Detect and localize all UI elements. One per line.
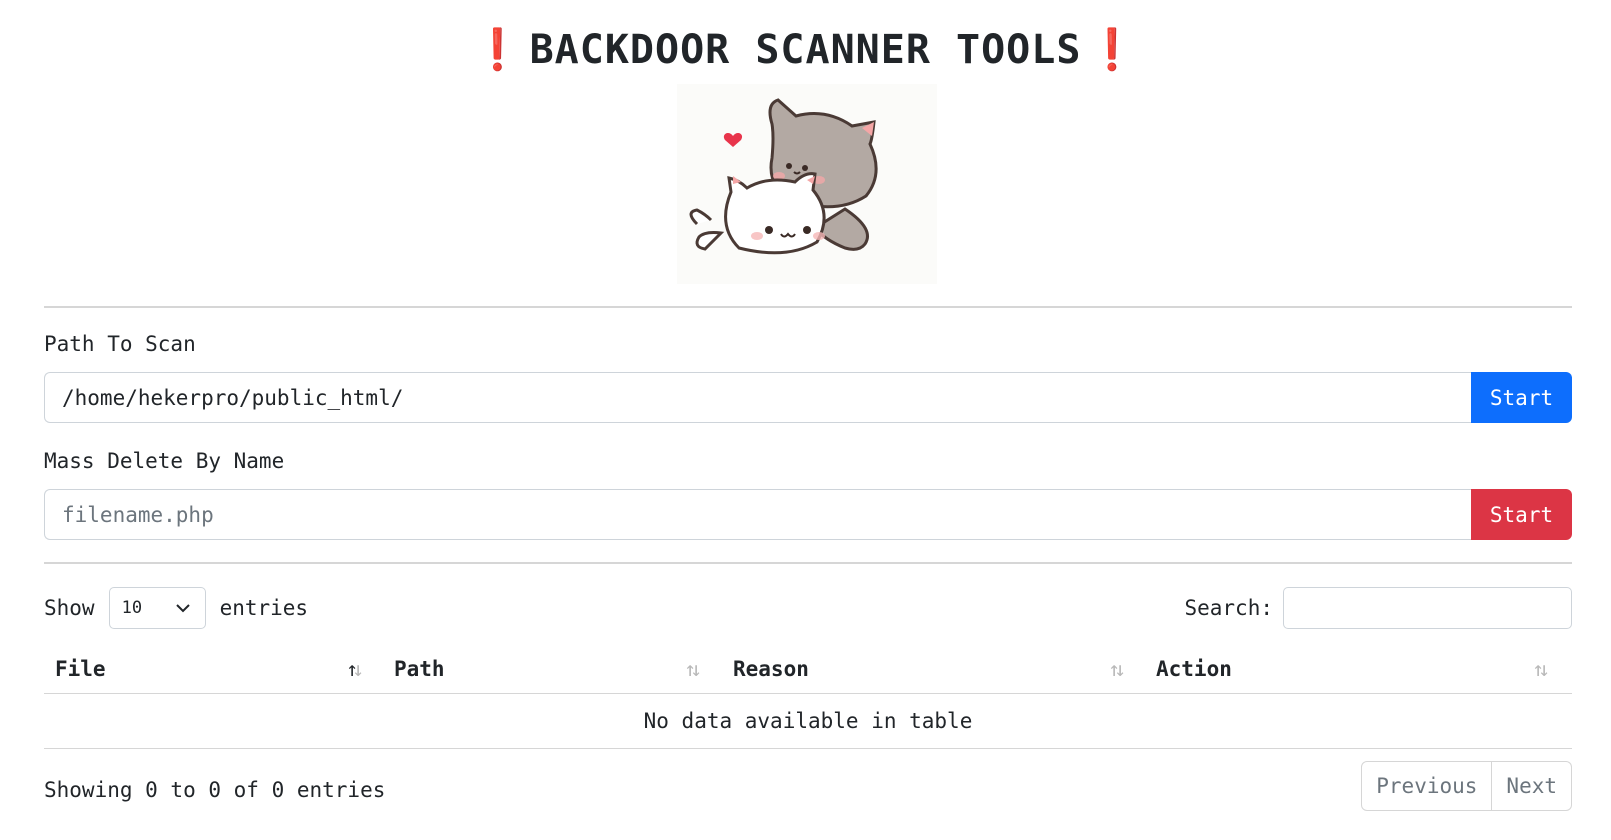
empty-message: No data available in table — [643, 709, 973, 733]
next-page-button[interactable]: Next — [1492, 761, 1572, 811]
scan-path-label: Path To Scan — [44, 332, 196, 356]
column-header-file[interactable]: File — [44, 645, 383, 693]
previous-page-button[interactable]: Previous — [1361, 761, 1493, 811]
divider — [44, 306, 1572, 308]
mass-delete-group: Start — [44, 489, 1572, 540]
exclamation-icon: ❗ — [472, 27, 524, 73]
divider — [44, 562, 1572, 564]
table-header: File ↑↓ Path ↑↓ Reason ↑↓ Action ↑↓ — [44, 645, 1572, 694]
cat-mascot-image — [677, 84, 937, 284]
column-header-path[interactable]: Path — [383, 645, 722, 693]
page-title: ❗ BACKDOOR SCANNER TOOLS ❗ — [0, 26, 1611, 74]
search-label: Search: — [1184, 596, 1273, 620]
sort-icon: ↑↓ — [684, 657, 702, 681]
scan-path-group: Start — [44, 372, 1572, 423]
show-label: Show — [44, 596, 95, 620]
page-title-text: BACKDOOR SCANNER TOOLS — [529, 27, 1082, 73]
search-input[interactable] — [1283, 587, 1572, 629]
sort-icon: ↑↓ — [1108, 657, 1126, 681]
table-info: Showing 0 to 0 of 0 entries — [44, 778, 386, 802]
start-mass-delete-button[interactable]: Start — [1471, 489, 1572, 540]
pagination: Previous Next — [1361, 761, 1572, 811]
start-scan-button[interactable]: Start — [1471, 372, 1572, 423]
scan-path-input[interactable] — [44, 372, 1471, 423]
exclamation-icon: ❗ — [1087, 27, 1139, 73]
column-header-action[interactable]: Action — [1145, 645, 1572, 693]
table-empty-row: No data available in table — [44, 694, 1572, 749]
table-search: Search: — [1184, 587, 1572, 629]
mass-delete-label: Mass Delete By Name — [44, 449, 285, 473]
entries-select-value: 10 — [121, 598, 143, 618]
mass-delete-input[interactable] — [44, 489, 1471, 540]
entries-label: entries — [219, 596, 309, 620]
sort-icon: ↑↓ — [1532, 657, 1550, 681]
chevron-down-icon — [175, 604, 190, 613]
entries-select[interactable]: 10 — [108, 587, 206, 629]
sort-ascending-icon: ↑↓ — [346, 657, 364, 681]
column-header-reason[interactable]: Reason — [722, 645, 1145, 693]
entries-length-control: Show 10 entries — [44, 587, 308, 629]
